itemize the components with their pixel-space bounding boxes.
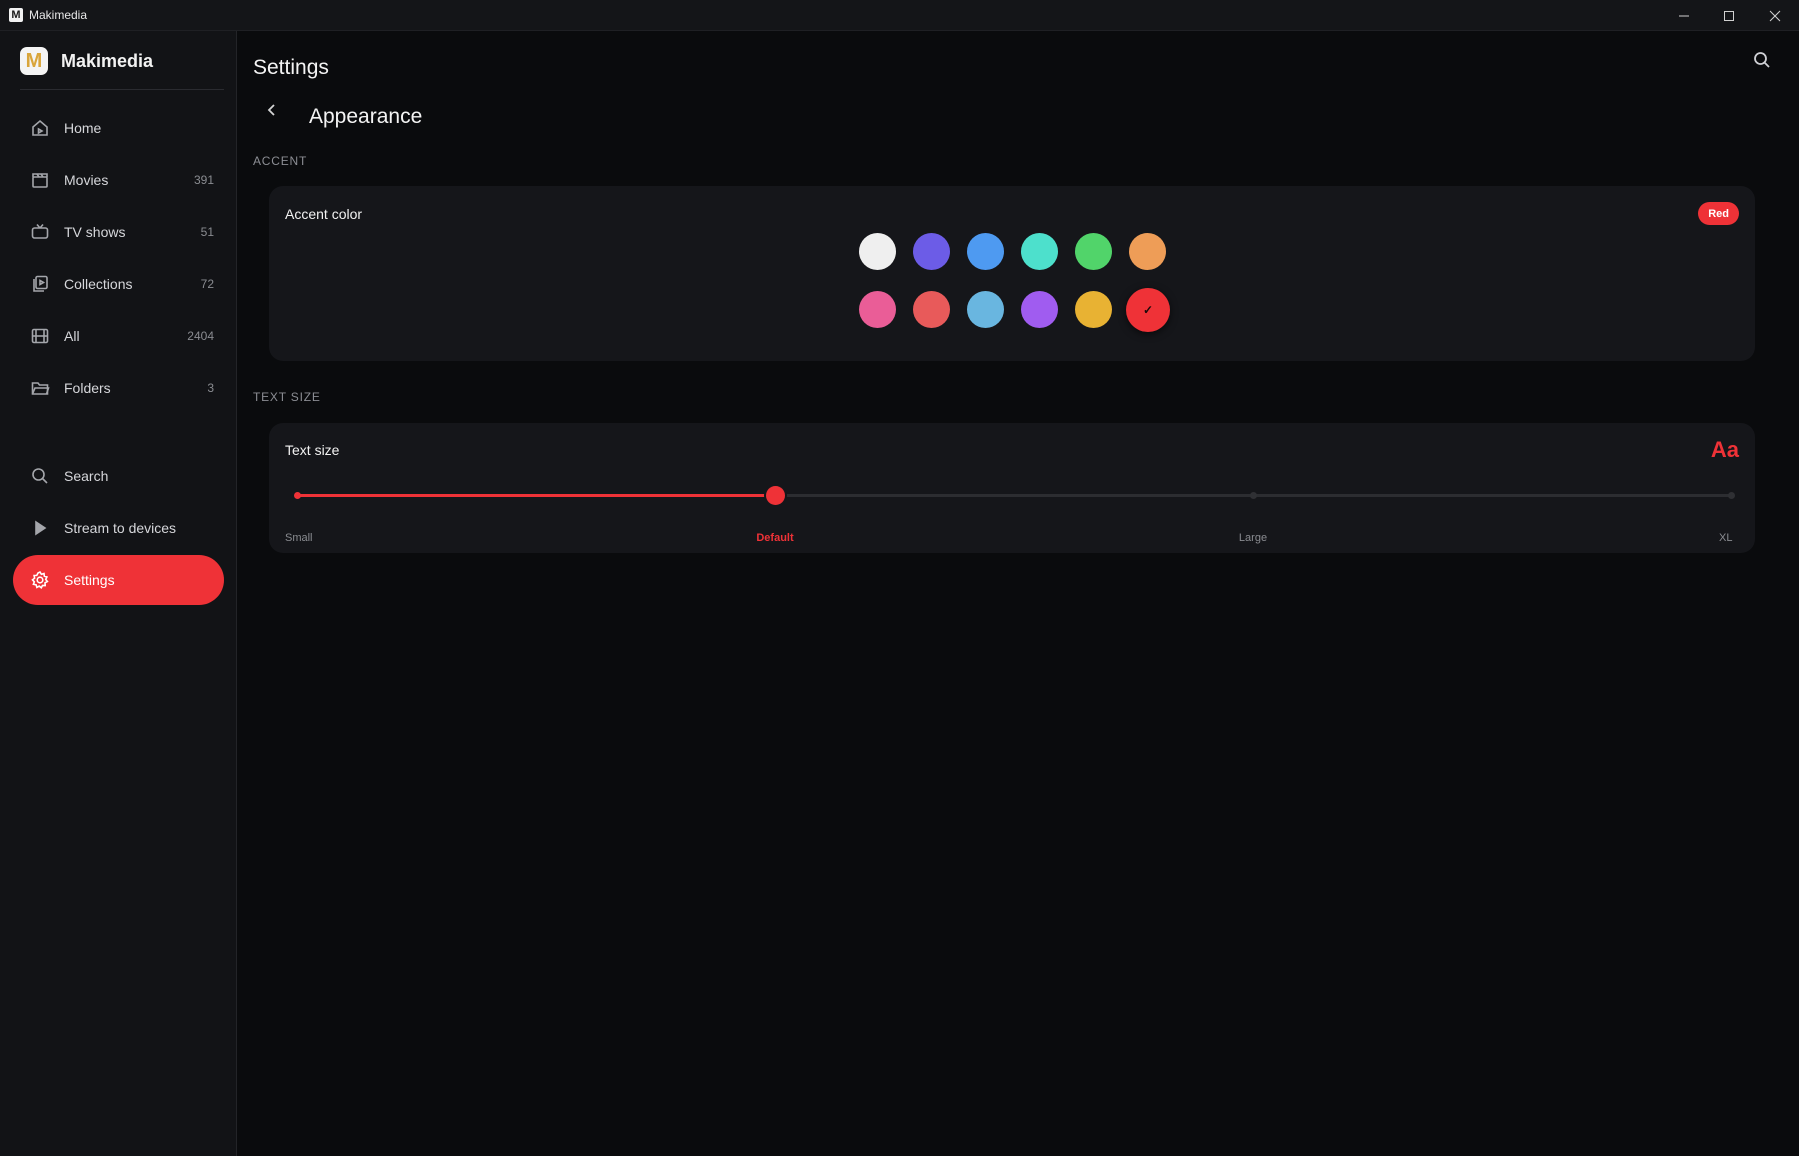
close-button[interactable] xyxy=(1752,0,1798,31)
sidebar-item-count: 72 xyxy=(200,277,214,291)
swatch-coral[interactable] xyxy=(913,291,950,328)
search-icon xyxy=(30,466,50,486)
slider-label-xl: XL xyxy=(1719,532,1733,544)
film-icon xyxy=(30,326,50,346)
text-size-title: Text size xyxy=(285,442,340,458)
sidebar-divider xyxy=(20,89,224,90)
gear-icon xyxy=(30,570,50,590)
swatch-amber[interactable] xyxy=(1075,291,1112,328)
folder-icon xyxy=(30,378,50,398)
brand-logo: M xyxy=(20,47,48,75)
clapperboard-icon xyxy=(30,170,50,190)
home-icon xyxy=(30,118,50,138)
text-size-section-label: TEXT SIZE xyxy=(253,390,321,404)
search-icon xyxy=(1754,52,1770,68)
swatch-turquoise[interactable] xyxy=(1021,233,1058,270)
slider-label-default: Default xyxy=(756,532,794,544)
slider-tick-large[interactable] xyxy=(1249,492,1257,499)
accent-card: Accent color Red ✓ xyxy=(269,186,1755,361)
accent-section-label: ACCENT xyxy=(253,154,308,168)
check-icon: ✓ xyxy=(1142,303,1154,317)
swatch-indigo[interactable] xyxy=(913,233,950,270)
brand-name: Makimedia xyxy=(61,50,154,71)
brand[interactable]: M Makimedia xyxy=(20,47,153,75)
sidebar-item-home[interactable]: Home xyxy=(13,103,224,153)
text-size-slider-fill xyxy=(297,494,775,497)
sidebar-item-collections[interactable]: Collections 72 xyxy=(13,259,224,309)
sidebar: M Makimedia Home Movies 391 TV shows 51 … xyxy=(0,31,237,1156)
slider-tick-xl[interactable] xyxy=(1727,492,1735,499)
maximize-icon xyxy=(1724,10,1734,21)
swatch-red[interactable]: ✓ xyxy=(1126,288,1170,332)
text-size-card: Text size Aa Small Default Large XL xyxy=(269,423,1755,553)
text-size-preview: Aa xyxy=(1710,437,1739,462)
collections-icon xyxy=(30,274,50,294)
sidebar-item-label: All xyxy=(64,328,80,344)
sidebar-item-label: TV shows xyxy=(64,224,126,240)
sidebar-item-movies[interactable]: Movies 391 xyxy=(13,155,224,205)
sidebar-item-folders[interactable]: Folders 3 xyxy=(13,363,224,413)
swatch-sky[interactable] xyxy=(967,291,1004,328)
sidebar-item-label: Collections xyxy=(64,276,133,292)
chevron-left-icon xyxy=(267,104,275,116)
swatch-blue[interactable] xyxy=(967,233,1004,270)
close-icon xyxy=(1769,10,1781,21)
minimize-icon xyxy=(1679,15,1689,16)
swatch-orange[interactable] xyxy=(1129,233,1166,270)
sidebar-item-count: 391 xyxy=(193,173,214,187)
swatch-green[interactable] xyxy=(1075,233,1112,270)
sidebar-item-label: Folders xyxy=(64,380,111,396)
swatch-purple[interactable] xyxy=(1021,291,1058,328)
window-titlebar: M Makimedia xyxy=(0,0,1799,31)
page-title: Settings xyxy=(253,56,329,79)
window-title: Makimedia xyxy=(29,8,88,22)
sidebar-item-all[interactable]: All 2404 xyxy=(13,311,224,361)
sidebar-item-settings[interactable]: Settings xyxy=(13,555,224,605)
text-size-slider-thumb[interactable] xyxy=(765,486,785,505)
sidebar-item-label: Search xyxy=(64,468,109,484)
accent-selected-badge: Red xyxy=(1698,202,1739,225)
sidebar-item-count: 2404 xyxy=(187,329,214,343)
swatch-pink[interactable] xyxy=(859,291,896,328)
slider-label-small: Small xyxy=(285,532,313,544)
slider-label-large: Large xyxy=(1238,532,1268,544)
accent-color-title: Accent color xyxy=(285,206,363,222)
maximize-button[interactable] xyxy=(1706,0,1752,31)
sidebar-item-stream[interactable]: Stream to devices xyxy=(13,503,224,553)
swatch-white[interactable] xyxy=(859,233,896,270)
section-title: Appearance xyxy=(309,105,423,128)
tv-icon xyxy=(30,222,50,242)
app-logo-icon: M xyxy=(9,8,23,22)
sidebar-item-count: 3 xyxy=(207,381,214,395)
sidebar-item-label: Movies xyxy=(64,172,109,188)
back-button[interactable] xyxy=(261,99,283,121)
sidebar-item-label: Settings xyxy=(64,572,115,588)
sidebar-item-label: Stream to devices xyxy=(64,520,177,536)
sidebar-item-count: 51 xyxy=(200,225,214,239)
minimize-button[interactable] xyxy=(1661,0,1707,31)
slider-tick-small[interactable] xyxy=(293,492,301,499)
play-icon xyxy=(30,518,50,538)
sidebar-item-search[interactable]: Search xyxy=(13,451,224,501)
sidebar-item-label: Home xyxy=(64,120,102,136)
sidebar-item-tv-shows[interactable]: TV shows 51 xyxy=(13,207,224,257)
main-content: Settings Appearance ACCENT Accent color … xyxy=(237,31,1799,1156)
search-button[interactable] xyxy=(1751,49,1773,71)
